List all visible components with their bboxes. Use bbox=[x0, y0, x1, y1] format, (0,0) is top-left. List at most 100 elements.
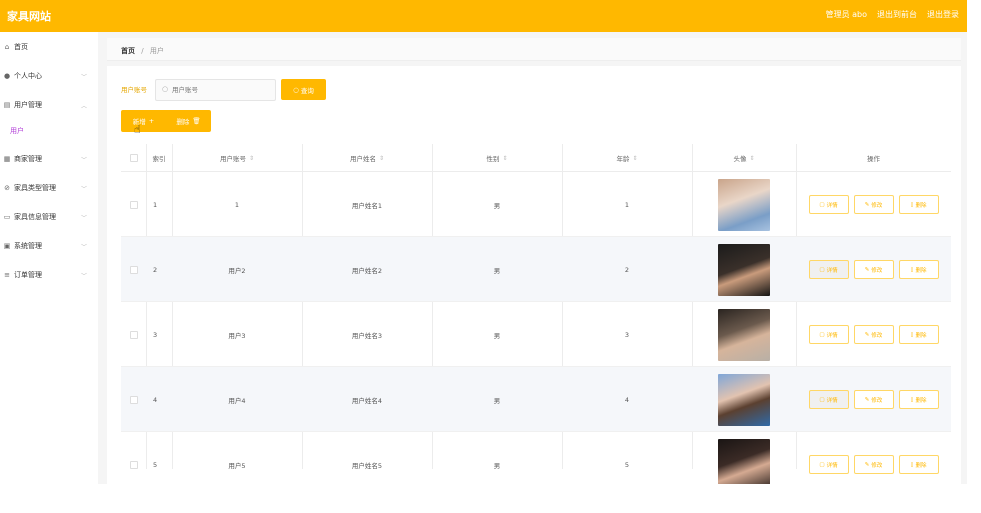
cell-actions: ▢ 详情 ✎ 修改 ▯ 删除 bbox=[796, 172, 951, 237]
cell-name: 用户姓名3 bbox=[351, 331, 383, 340]
table-row[interactable]: 2 用户2 用户姓名2 男 2 ▢ 详情 ✎ 修改 ▯ 删除 bbox=[121, 237, 951, 302]
logout-link[interactable]: 退出登录 bbox=[927, 9, 959, 20]
cell-gender: 男 bbox=[493, 331, 501, 340]
chevron-up-icon: ︿ bbox=[81, 102, 88, 110]
select-all-checkbox[interactable] bbox=[129, 154, 138, 162]
row-checkbox[interactable] bbox=[129, 265, 138, 274]
search-input[interactable] bbox=[172, 83, 272, 97]
sort-icon[interactable]: ⇕ bbox=[249, 155, 254, 162]
edit-button[interactable]: ✎ 修改 bbox=[853, 195, 894, 214]
back-to-front-link[interactable]: 退出到前台 bbox=[877, 9, 917, 20]
table-row[interactable]: 5 用户5 用户姓名5 男 5 ▢ 详情 ✎ 修改 ▯ 删除 bbox=[121, 432, 951, 484]
breadcrumb: 首页 / 用户 bbox=[107, 38, 961, 61]
doc-icon: ▢ bbox=[819, 201, 825, 208]
sidebar-item-user-management[interactable]: ▤ 用户管理 ︿ bbox=[0, 97, 98, 113]
avatar[interactable] bbox=[718, 438, 770, 484]
plus-icon: + bbox=[148, 117, 155, 125]
delete-button-label: 删除 bbox=[915, 202, 927, 209]
sidebar-item-personal-center[interactable]: ● 个人中心 ﹀ bbox=[0, 68, 98, 84]
grid-icon: ▦ bbox=[3, 155, 11, 163]
delete-button[interactable]: ▯ 删除 bbox=[898, 390, 939, 409]
pencil-icon: ✎ bbox=[864, 201, 870, 208]
cell-actions: ▢ 详情 ✎ 修改 ▯ 删除 bbox=[796, 367, 951, 432]
edit-button[interactable]: ✎ 修改 bbox=[853, 455, 894, 474]
search-label: 用户账号 bbox=[121, 86, 147, 94]
detail-button[interactable]: ▢ 详情 bbox=[808, 390, 849, 409]
header-gender[interactable]: 性别 ⇕ bbox=[432, 144, 562, 172]
detail-button-label: 详情 bbox=[826, 267, 838, 274]
trash-icon: ▯ bbox=[910, 461, 914, 468]
row-checkbox[interactable] bbox=[129, 460, 138, 469]
sidebar-item-furniture-info-management[interactable]: ▭ 家具信息管理 ﹀ bbox=[0, 209, 98, 225]
detail-button[interactable]: ▢ 详情 bbox=[808, 455, 849, 474]
chevron-down-icon: ﹀ bbox=[81, 214, 88, 222]
chevron-down-icon: ﹀ bbox=[81, 185, 88, 193]
table-row[interactable]: 1 1 用户姓名1 男 1 ▢ 详情 ✎ 修改 ▯ 删除 bbox=[121, 172, 951, 237]
row-checkbox[interactable] bbox=[129, 395, 138, 404]
pencil-icon: ✎ bbox=[864, 461, 870, 468]
cell-avatar bbox=[692, 237, 796, 302]
detail-button[interactable]: ▢ 详情 bbox=[808, 260, 849, 279]
sort-icon[interactable]: ⇕ bbox=[749, 155, 754, 162]
edit-button[interactable]: ✎ 修改 bbox=[853, 260, 894, 279]
table-row[interactable]: 4 用户4 用户姓名4 男 4 ▢ 详情 ✎ 修改 ▯ 删除 bbox=[121, 367, 951, 432]
add-button[interactable]: 新增 + bbox=[121, 110, 166, 132]
detail-button[interactable]: ▢ 详情 bbox=[808, 195, 849, 214]
edit-button[interactable]: ✎ 修改 bbox=[853, 325, 894, 344]
row-checkbox[interactable] bbox=[129, 200, 138, 209]
header-age[interactable]: 年龄 ⇕ bbox=[562, 144, 692, 172]
sidebar-item-merchant-management[interactable]: ▦ 商家管理 ﹀ bbox=[0, 151, 98, 167]
cell-index: 5 bbox=[153, 460, 158, 469]
avatar[interactable] bbox=[718, 243, 770, 296]
cell-account: 用户4 bbox=[228, 396, 246, 405]
header-account-label: 用户账号 bbox=[219, 155, 246, 163]
card-icon: ▭ bbox=[3, 213, 11, 221]
cell-avatar bbox=[692, 302, 796, 367]
query-button[interactable]: ○ 查询 bbox=[281, 79, 326, 100]
edit-button[interactable]: ✎ 修改 bbox=[853, 390, 894, 409]
cell-name: 用户姓名1 bbox=[351, 201, 383, 210]
avatar[interactable] bbox=[718, 308, 770, 361]
row-checkbox-cell bbox=[121, 432, 146, 484]
header-name[interactable]: 用户姓名 ⇕ bbox=[302, 144, 432, 172]
header-avatar[interactable]: 头像 ⇕ bbox=[692, 144, 796, 172]
detail-button[interactable]: ▢ 详情 bbox=[808, 325, 849, 344]
avatar[interactable] bbox=[718, 373, 770, 426]
pencil-icon: ✎ bbox=[864, 266, 870, 273]
sidebar: ⌂ 首页 ● 个人中心 ﹀ ▤ 用户管理 ︿ 用户 ▦ 商家管理 ﹀ ⊘ 家具类… bbox=[0, 32, 98, 484]
breadcrumb-separator: / bbox=[141, 47, 144, 55]
top-navbar: 家具网站 管理员 abo 退出到前台 退出登录 bbox=[0, 0, 967, 32]
search-icon: ○ bbox=[162, 85, 169, 93]
sidebar-item-label: 家具类型管理 bbox=[14, 184, 56, 192]
chevron-down-icon: ﹀ bbox=[81, 156, 88, 164]
avatar[interactable] bbox=[718, 178, 770, 231]
sidebar-subitem-users[interactable]: 用户 bbox=[0, 123, 98, 139]
pencil-icon: ✎ bbox=[864, 331, 870, 338]
header-account[interactable]: 用户账号 ⇕ bbox=[172, 144, 302, 172]
settings-icon: ▣ bbox=[3, 242, 11, 250]
sidebar-item-home[interactable]: ⌂ 首页 bbox=[0, 39, 98, 55]
query-button-label: 查询 bbox=[300, 86, 314, 95]
sidebar-item-furniture-type-management[interactable]: ⊘ 家具类型管理 ﹀ bbox=[0, 180, 98, 196]
sort-icon[interactable]: ⇕ bbox=[502, 155, 507, 162]
sidebar-item-label: 家具信息管理 bbox=[14, 213, 56, 221]
cell-age: 1 bbox=[624, 200, 630, 209]
delete-button[interactable]: ▯ 删除 bbox=[898, 260, 939, 279]
batch-delete-button[interactable]: 删除 🗑 bbox=[166, 110, 211, 132]
main-content: 用户账号 ○ ○ 查询 新增 + 删除 🗑 ☝ 索引 bbox=[107, 66, 961, 484]
trash-icon: ▯ bbox=[910, 331, 914, 338]
sidebar-item-order-management[interactable]: ≡ 订单管理 ﹀ bbox=[0, 267, 98, 283]
doc-icon: ▢ bbox=[819, 461, 825, 468]
search-field[interactable]: ○ bbox=[155, 79, 276, 101]
sort-icon[interactable]: ⇕ bbox=[379, 155, 384, 162]
delete-button[interactable]: ▯ 删除 bbox=[898, 195, 939, 214]
table-row[interactable]: 3 用户3 用户姓名3 男 3 ▢ 详情 ✎ 修改 ▯ 删除 bbox=[121, 302, 951, 367]
row-checkbox[interactable] bbox=[129, 330, 138, 339]
sidebar-item-label: 系统管理 bbox=[14, 242, 42, 250]
sort-icon[interactable]: ⇕ bbox=[632, 155, 637, 162]
delete-button[interactable]: ▯ 删除 bbox=[898, 325, 939, 344]
sidebar-item-system-management[interactable]: ▣ 系统管理 ﹀ bbox=[0, 238, 98, 254]
breadcrumb-home[interactable]: 首页 bbox=[121, 47, 135, 55]
cell-name: 用户姓名2 bbox=[351, 266, 383, 275]
delete-button[interactable]: ▯ 删除 bbox=[898, 455, 939, 474]
